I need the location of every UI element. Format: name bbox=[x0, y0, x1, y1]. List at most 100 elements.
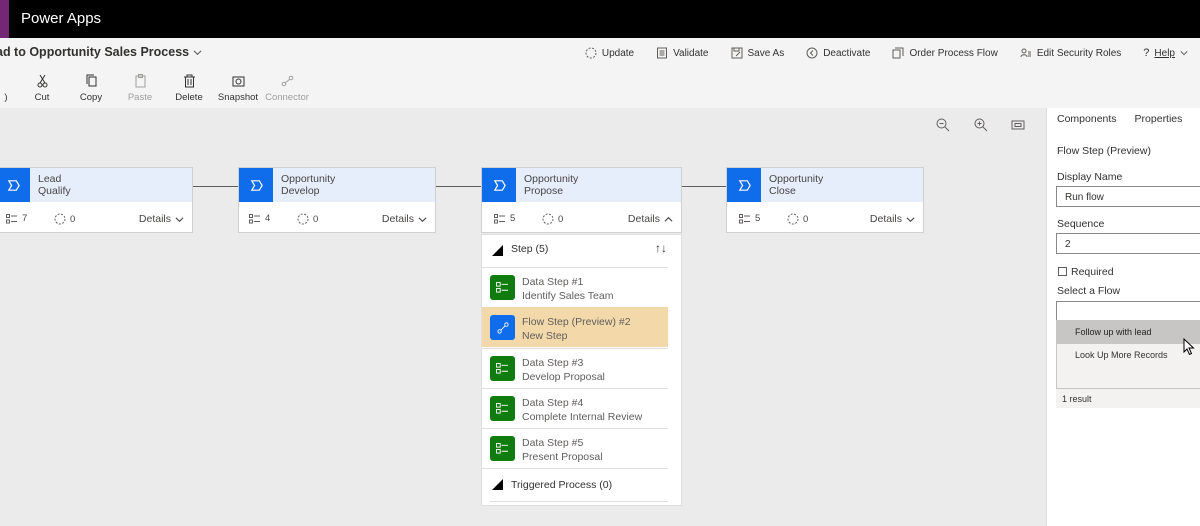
triggered-process-row[interactable]: Triggered Process (0) bbox=[482, 468, 668, 502]
stage-footer: 7 0 Details bbox=[0, 202, 192, 232]
stage-footer: 4 0 Details bbox=[239, 202, 435, 232]
flow-option[interactable]: Look Up More Records bbox=[1057, 344, 1200, 367]
save-as-icon bbox=[731, 47, 742, 59]
chevron-up-icon bbox=[664, 216, 673, 222]
required-checkbox[interactable] bbox=[1058, 267, 1067, 276]
validate-button[interactable]: Validate bbox=[656, 47, 709, 59]
stage-details-toggle[interactable]: Details bbox=[139, 213, 184, 225]
step-item-1[interactable]: Data Step #1 Identify Sales Team bbox=[482, 267, 668, 307]
step-subtitle: Develop Proposal bbox=[522, 371, 605, 383]
sort-arrows-icon[interactable]: ↑↓ bbox=[655, 241, 667, 255]
flow-count: 0 bbox=[787, 213, 808, 225]
flow-count: 0 bbox=[54, 213, 75, 225]
connector-label: Connector bbox=[265, 92, 309, 103]
tab-components[interactable]: Components bbox=[1057, 113, 1117, 125]
select-flow-input[interactable] bbox=[1056, 301, 1200, 322]
update-button[interactable]: Update bbox=[585, 47, 634, 59]
stage-details-toggle[interactable]: Details bbox=[870, 213, 915, 225]
display-name-field[interactable]: Run flow bbox=[1056, 186, 1200, 207]
help-button[interactable]: ? Help bbox=[1143, 47, 1188, 59]
steps-icon bbox=[6, 213, 17, 223]
stage-title: Opportunity Close bbox=[769, 173, 824, 197]
mouse-cursor-icon bbox=[1183, 338, 1195, 356]
security-roles-label: Edit Security Roles bbox=[1036, 47, 1122, 59]
stage-header: Opportunity Propose bbox=[482, 168, 681, 202]
paste-label: Paste bbox=[127, 92, 153, 103]
update-icon bbox=[585, 47, 597, 59]
update-label: Update bbox=[601, 47, 635, 59]
fit-to-screen-icon[interactable] bbox=[1010, 117, 1026, 133]
step-title: Data Step #3 bbox=[522, 357, 584, 369]
stage-title: Opportunity Develop bbox=[281, 173, 336, 197]
steps-icon bbox=[249, 213, 260, 223]
result-count: 1 result bbox=[1056, 388, 1200, 408]
validate-icon bbox=[657, 47, 668, 59]
process-title[interactable]: ad to Opportunity Sales Process bbox=[0, 45, 202, 59]
cut-icon bbox=[37, 74, 47, 88]
stage-footer: 5 0 Details bbox=[727, 202, 923, 232]
data-step-icon bbox=[490, 356, 515, 381]
step-item-5[interactable]: Data Step #5 Present Proposal bbox=[482, 428, 668, 468]
process-title-text: ad to Opportunity Sales Process bbox=[0, 45, 190, 59]
stage-card-develop[interactable]: Opportunity Develop 4 0 Details bbox=[238, 167, 436, 233]
snapshot-label: Snapshot bbox=[217, 92, 259, 103]
deactivate-button[interactable]: Deactivate bbox=[806, 47, 870, 59]
stage-title: Lead Qualify bbox=[38, 173, 71, 197]
step-item-4[interactable]: Data Step #4 Complete Internal Review bbox=[482, 388, 668, 428]
select-flow-label: Select a Flow bbox=[1057, 285, 1121, 297]
stage-details-toggle[interactable]: Details bbox=[628, 213, 673, 225]
tab-properties[interactable]: Properties bbox=[1135, 113, 1183, 125]
display-name-label: Display Name bbox=[1057, 171, 1123, 183]
stage-details-toggle[interactable]: Details bbox=[382, 213, 427, 225]
step-list-header[interactable]: Step (5) ↑↓ bbox=[482, 235, 681, 266]
stage-card-propose[interactable]: Opportunity Propose 5 0 Details bbox=[481, 167, 682, 233]
step-item-3[interactable]: Data Step #3 Develop Proposal bbox=[482, 348, 668, 388]
flow-count: 0 bbox=[297, 213, 318, 225]
sequence-label: Sequence bbox=[1057, 218, 1105, 230]
stage-icon bbox=[0, 168, 30, 202]
step-title: Flow Step (Preview) #2 bbox=[522, 316, 631, 328]
order-flow-icon bbox=[892, 47, 904, 59]
step-subtitle: Identify Sales Team bbox=[522, 290, 614, 302]
stage-card-close[interactable]: Opportunity Close 5 0 Details bbox=[726, 167, 924, 233]
zoom-out-icon[interactable] bbox=[935, 117, 951, 133]
required-label: Required bbox=[1071, 266, 1114, 278]
step-list-title: Step (5) bbox=[511, 243, 549, 255]
connector-button[interactable]: Connector bbox=[257, 74, 317, 103]
app-accent-bar bbox=[0, 0, 9, 38]
stage-card-qualify[interactable]: Lead Qualify 7 0 Details bbox=[0, 167, 193, 233]
help-icon: ? bbox=[1143, 47, 1150, 59]
steps-icon bbox=[739, 213, 750, 223]
copy-icon bbox=[86, 74, 96, 87]
steps-icon bbox=[494, 213, 505, 223]
flow-icon bbox=[54, 213, 66, 225]
chevron-down-icon bbox=[418, 216, 427, 222]
top-command-bar: Update Validate Save As Deactivate Order… bbox=[585, 47, 1188, 59]
flow-icon bbox=[542, 213, 554, 225]
flow-option[interactable]: Follow up with lead bbox=[1057, 321, 1200, 344]
divider bbox=[490, 501, 668, 502]
save-as-button[interactable]: Save As bbox=[731, 47, 785, 59]
order-process-flow-button[interactable]: Order Process Flow bbox=[892, 47, 998, 59]
step-item-2[interactable]: Flow Step (Preview) #2 New Step bbox=[482, 307, 668, 347]
stage-icon bbox=[239, 168, 273, 202]
toolbar-truncated-label: ) bbox=[4, 92, 8, 103]
data-step-icon bbox=[490, 396, 515, 421]
save-as-label: Save As bbox=[747, 47, 785, 59]
chevron-down-icon bbox=[193, 49, 202, 55]
flow-icon bbox=[297, 213, 309, 225]
triggered-process-label: Triggered Process (0) bbox=[511, 479, 613, 491]
edit-security-roles-button[interactable]: Edit Security Roles bbox=[1020, 47, 1121, 59]
zoom-in-icon[interactable] bbox=[973, 117, 989, 133]
sequence-field[interactable]: 2 bbox=[1056, 233, 1200, 254]
delete-icon bbox=[183, 74, 195, 88]
snapshot-icon bbox=[232, 76, 244, 87]
panel-tabs: Components Properties bbox=[1057, 113, 1182, 125]
app-header: Power Apps bbox=[0, 0, 1200, 38]
app-title: Power Apps bbox=[21, 10, 102, 27]
step-title: Data Step #5 bbox=[522, 437, 584, 449]
step-count: 7 bbox=[6, 213, 27, 224]
stage-connector bbox=[681, 186, 726, 187]
stage-connector bbox=[436, 186, 481, 187]
stage-header: Opportunity Close bbox=[727, 168, 923, 202]
